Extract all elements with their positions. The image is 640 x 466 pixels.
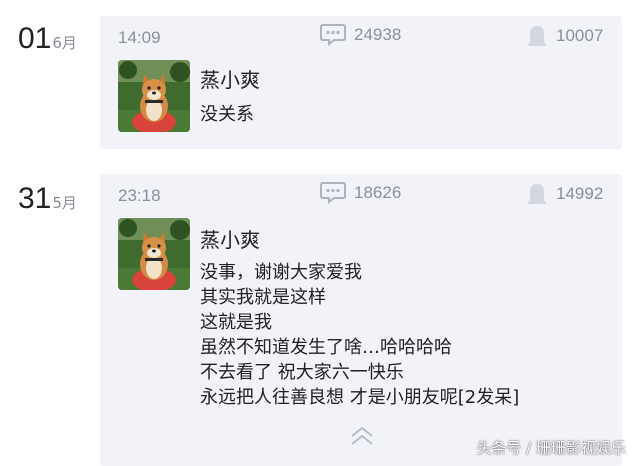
date-month: 5月 bbox=[52, 194, 77, 212]
avatar[interactable] bbox=[118, 60, 190, 132]
comment-count-button[interactable]: 24938 bbox=[320, 24, 401, 46]
comment-icon bbox=[320, 182, 346, 204]
like-count-button[interactable]: 10007 bbox=[526, 24, 603, 48]
post-line: 虽然不知道发生了啥…哈哈哈哈 bbox=[200, 337, 452, 358]
like-count: 10007 bbox=[556, 26, 604, 45]
post-card[interactable]: 23:18 18626 14992 蒸小爽 没事，谢谢大家爱我 其实我就是这样 … bbox=[100, 174, 622, 466]
post-time: 14:09 bbox=[118, 28, 161, 47]
post-line: 这就是我 bbox=[200, 312, 272, 333]
post-date: 315月 bbox=[18, 182, 77, 216]
author-name[interactable]: 蒸小爽 bbox=[200, 64, 260, 93]
post-meta: 23:18 18626 14992 bbox=[100, 182, 622, 206]
avatar[interactable] bbox=[118, 218, 190, 290]
post-line: 其实我就是这样 bbox=[200, 287, 326, 308]
post-line: 永远把人往善良想 才是小朋友呢[2发呆] bbox=[200, 387, 520, 408]
comment-count: 18626 bbox=[354, 183, 402, 202]
author-name[interactable]: 蒸小爽 bbox=[200, 224, 260, 253]
watermark: 头条号 / 珊珊影视娱乐 bbox=[476, 439, 626, 457]
post-line: 不去看了 祝大家六一快乐 bbox=[200, 362, 404, 383]
post-line: 没事，谢谢大家爱我 bbox=[200, 262, 362, 283]
like-icon bbox=[528, 26, 546, 46]
comment-count: 24938 bbox=[354, 25, 402, 44]
date-day: 31 bbox=[18, 182, 52, 215]
comment-count-button[interactable]: 18626 bbox=[320, 182, 401, 204]
avatar-image bbox=[118, 218, 190, 290]
post-line: 没关系 bbox=[200, 104, 254, 125]
date-day: 01 bbox=[18, 22, 52, 55]
chevron-up-icon[interactable] bbox=[350, 426, 374, 446]
like-count: 14992 bbox=[556, 184, 604, 203]
post-card[interactable]: 14:09 24938 10007 蒸小爽 没关系 bbox=[100, 16, 622, 149]
post-text: 没关系 bbox=[200, 102, 254, 127]
post-text: 没事，谢谢大家爱我 其实我就是这样 这就是我 虽然不知道发生了啥…哈哈哈哈 不去… bbox=[200, 260, 519, 410]
post-time: 23:18 bbox=[118, 186, 161, 205]
feed-page: 016月 14:09 24938 10007 蒸小爽 没关系 315月 23:1… bbox=[0, 0, 640, 466]
comment-icon bbox=[320, 24, 346, 46]
like-count-button[interactable]: 14992 bbox=[526, 182, 603, 206]
like-icon bbox=[528, 184, 546, 204]
avatar-image bbox=[118, 60, 190, 132]
date-month: 6月 bbox=[52, 34, 77, 52]
post-date: 016月 bbox=[18, 22, 77, 56]
post-meta: 14:09 24938 10007 bbox=[100, 24, 622, 48]
